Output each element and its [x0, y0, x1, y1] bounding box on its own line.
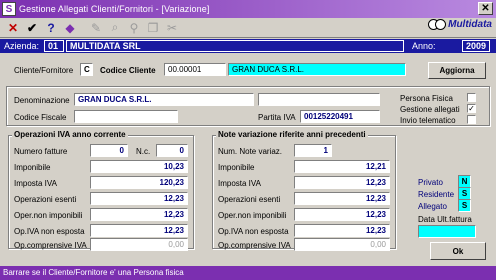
partita-iva-label: Partita IVA	[258, 113, 296, 122]
numero-fatture-label: Numero fatture	[14, 147, 68, 156]
check-icon[interactable]: ✔	[23, 20, 41, 36]
search-icon[interactable]: ⌕	[106, 20, 124, 36]
non-esposta-label: Op.IVA non esposta	[14, 227, 85, 236]
privato-label: Privato	[418, 178, 443, 187]
toolbar: ✕ ✔ ? ◆ ✎ ⌕ ⚲ ❐ ✂ Multidata	[0, 18, 496, 38]
diamond-icon[interactable]: ◆	[61, 20, 79, 36]
gestione-allegati-checkbox[interactable]: ✓	[467, 104, 476, 113]
data-ult-fattura-label: Data Ult.fattura	[418, 215, 472, 224]
note-comprensive-label: Op.comprensive IVA	[218, 241, 291, 250]
close-icon[interactable]: ✕	[4, 20, 22, 36]
azienda-label: Azienda:	[4, 41, 40, 51]
delete-icon[interactable]: ✂	[163, 20, 181, 36]
window-title: Gestione Allegati Clienti/Fornitori - [V…	[19, 4, 210, 14]
azienda-code: 01	[44, 40, 64, 52]
non-imponibili-field[interactable]: 12,23	[90, 208, 188, 221]
ok-button[interactable]: Ok	[430, 242, 486, 260]
codice-fiscale-label: Codice Fiscale	[14, 113, 67, 122]
imposta-label: Imposta IVA	[14, 179, 57, 188]
codice-fiscale-field[interactable]	[74, 110, 178, 123]
note-non-esposta-field[interactable]: 12,23	[294, 224, 390, 237]
imposta-field[interactable]: 120,23	[90, 176, 188, 189]
num-note-label: Num. Note variaz.	[218, 147, 283, 156]
copy-icon[interactable]: ❐	[144, 20, 162, 36]
note-non-imponibili-field[interactable]: 12,23	[294, 208, 390, 221]
invio-telematico-label: Invio telematico	[400, 116, 456, 125]
data-ult-fattura-field	[418, 225, 476, 238]
note-non-imponibili-label: Oper.non imponibili	[218, 211, 287, 220]
binoculars-icon[interactable]: ⚲	[125, 20, 143, 36]
client-type-field[interactable]: C	[80, 63, 93, 76]
numero-fatture-field[interactable]: 0	[90, 144, 128, 157]
note-imponibile-field[interactable]: 12,21	[294, 160, 390, 173]
azienda-name: MULTIDATA SRL	[66, 40, 404, 52]
window-close-button[interactable]: ✕	[478, 2, 493, 15]
imponibile-label: Imponibile	[14, 163, 51, 172]
comprensive-field: 0,00	[90, 238, 188, 251]
invio-telematico-checkbox[interactable]	[467, 115, 476, 124]
title-bar: S Gestione Allegati Clienti/Fornitori - …	[0, 0, 496, 18]
edit-icon[interactable]: ✎	[87, 20, 105, 36]
imponibile-field[interactable]: 10,23	[90, 160, 188, 173]
persona-fisica-checkbox[interactable]	[467, 93, 476, 102]
denominazione-field[interactable]: GRAN DUCA S.R.L.	[74, 93, 254, 106]
app-icon: S	[2, 2, 16, 16]
num-note-field[interactable]: 1	[294, 144, 332, 157]
partita-iva-field[interactable]: 00125220491	[300, 110, 380, 123]
status-bar: Barrare se il Cliente/Fornitore e' una P…	[0, 266, 496, 280]
denominazione-extra-field[interactable]	[258, 93, 380, 106]
comprensive-label: Op.comprensive IVA	[14, 241, 87, 250]
note-imposta-field[interactable]: 12,23	[294, 176, 390, 189]
company-bar: Azienda: 01 MULTIDATA SRL Anno: 2009	[0, 39, 496, 53]
denominazione-label: Denominazione	[14, 96, 70, 105]
esenti-label: Operazioni esenti	[14, 195, 77, 204]
gestione-allegati-label: Gestione allegati	[400, 105, 460, 114]
allegato-field: S	[458, 199, 471, 212]
allegato-label: Allegato	[418, 202, 447, 211]
residente-label: Residente	[418, 190, 455, 199]
note-non-esposta-label: Op.IVA non esposta	[218, 227, 289, 236]
client-code-label: Codice Cliente	[100, 66, 156, 75]
note-comprensive-field: 0,00	[294, 238, 390, 251]
update-button[interactable]: Aggiorna	[428, 62, 486, 79]
nc-field[interactable]: 0	[156, 144, 188, 157]
anno-value: 2009	[462, 40, 490, 52]
toolbar-separator	[80, 20, 86, 36]
note-esenti-field[interactable]: 12,23	[294, 192, 390, 205]
nc-label: N.c.	[136, 147, 151, 156]
note-imposta-label: Imposta IVA	[218, 179, 261, 188]
note-imponibile-label: Imponibile	[218, 163, 255, 172]
rings-icon	[428, 19, 447, 30]
note-esenti-label: Operazioni esenti	[218, 195, 281, 204]
help-icon[interactable]: ?	[42, 20, 60, 36]
anno-label: Anno:	[412, 41, 436, 51]
note-variazione-title: Note variazione riferite anni precedenti	[216, 130, 368, 139]
esenti-field[interactable]: 12,23	[90, 192, 188, 205]
client-code-field[interactable]: 00.00001	[164, 63, 226, 76]
brand-logo: Multidata	[428, 19, 492, 30]
client-name-field: GRAN DUCA S.R.L.	[228, 63, 406, 76]
client-type-label: Cliente/Fornitore	[14, 66, 74, 75]
brand-name: Multidata	[448, 19, 492, 30]
non-imponibili-label: Oper.non imponibili	[14, 211, 83, 220]
operazioni-iva-title: Operazioni IVA anno corrente	[12, 130, 128, 139]
non-esposta-field[interactable]: 12,23	[90, 224, 188, 237]
persona-fisica-label: Persona Fisica	[400, 94, 453, 103]
